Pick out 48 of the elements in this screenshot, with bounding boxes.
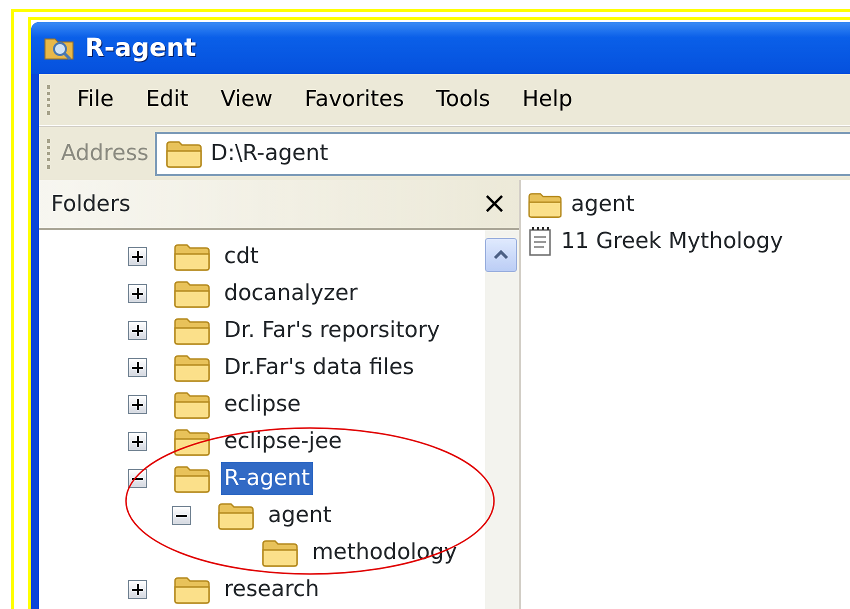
tree-item[interactable]: agent (265, 499, 335, 532)
tree-item[interactable]: eclipse-jee (221, 425, 345, 458)
scroll-up-button[interactable] (485, 238, 517, 272)
folder-icon (173, 464, 211, 494)
expand-icon[interactable] (128, 247, 147, 266)
tree-item[interactable]: research (221, 573, 322, 606)
folder-icon (173, 352, 211, 382)
expand-icon[interactable] (128, 358, 147, 377)
folder-icon (173, 390, 211, 420)
window-title: R-agent (85, 32, 196, 64)
folder-icon (173, 278, 211, 308)
address-field[interactable]: D:\R-agent (154, 132, 850, 176)
menu-item[interactable]: File (61, 83, 130, 116)
menu-item[interactable]: Help (506, 83, 588, 116)
menu-item[interactable]: Edit (130, 83, 204, 116)
expand-icon[interactable] (128, 321, 147, 340)
tree-item[interactable]: Dr.Far's data files (221, 351, 418, 384)
toolbar-grip[interactable] (47, 84, 51, 114)
collapse-icon[interactable] (128, 469, 147, 488)
expand-icon[interactable] (128, 432, 147, 451)
folder-icon (261, 538, 299, 568)
folder-name[interactable]: agent (571, 188, 635, 221)
menu-item[interactable]: Favorites (288, 83, 420, 116)
document-name[interactable]: 11 Greek Mythology (561, 225, 783, 258)
tree-item[interactable]: Dr. Far's reporsitory (221, 314, 443, 347)
menu-item[interactable]: Tools (420, 83, 506, 116)
expand-icon[interactable] (128, 395, 147, 414)
tree-item[interactable]: R-agent (221, 462, 313, 495)
folder-icon (527, 190, 563, 218)
folder-icon (217, 500, 255, 530)
expand-icon[interactable] (128, 284, 147, 303)
tree-item[interactable]: eclipse (221, 388, 304, 421)
menu-item[interactable]: View (204, 83, 289, 116)
folder-icon (173, 426, 211, 456)
scrollbar[interactable] (485, 230, 519, 609)
folder-icon (164, 138, 203, 168)
folder-icon (173, 316, 211, 346)
close-button[interactable]: × (482, 189, 507, 219)
toolbar-grip[interactable] (47, 138, 51, 168)
notepad-icon (527, 226, 553, 256)
tree-item[interactable]: cdt (221, 240, 262, 273)
pane-title: Folders (51, 190, 130, 218)
folder-icon (173, 574, 211, 604)
address-label: Address (61, 140, 150, 168)
tree-item[interactable]: docanalyzer (221, 277, 361, 310)
folder-icon (173, 242, 211, 272)
collapse-icon[interactable] (172, 506, 191, 525)
expand-icon[interactable] (128, 580, 147, 599)
